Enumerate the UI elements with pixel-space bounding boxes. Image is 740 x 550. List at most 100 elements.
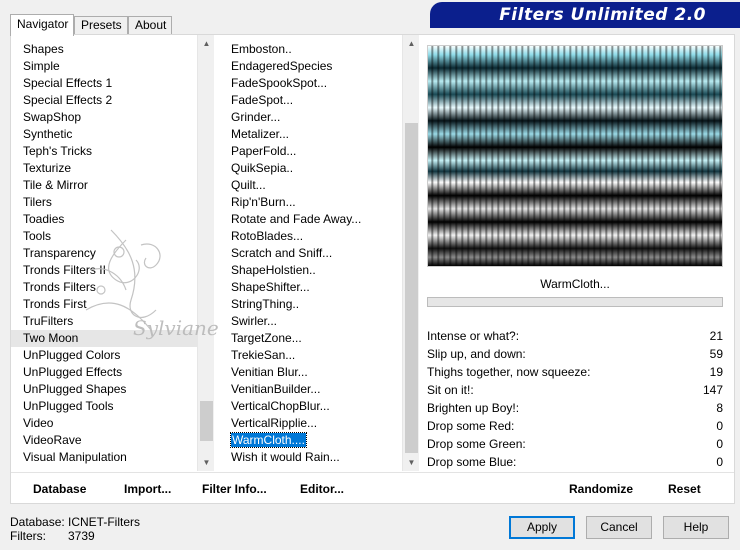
import-button[interactable]: Import... <box>124 481 171 497</box>
parameter-value[interactable]: 19 <box>710 363 723 381</box>
reset-button[interactable]: Reset <box>668 481 701 497</box>
item-label: WarmCloth.... <box>230 432 307 448</box>
parameter-row[interactable]: Slip up, and down: 59 <box>427 345 723 363</box>
item-label: StringThing.. <box>231 297 300 311</box>
item-label: ShapeShifter... <box>231 280 310 294</box>
filter-item[interactable]: Venitian Blur... <box>227 364 419 381</box>
filter-item[interactable]: Wish it would Rain... <box>227 449 419 466</box>
item-label: Tilers <box>23 195 52 209</box>
category-item[interactable]: Teph's Tricks <box>11 143 213 160</box>
item-label: Special Effects 1 <box>23 76 113 90</box>
banner-title: Filters Unlimited 2.0 <box>499 5 706 25</box>
parameter-label: Slip up, and down: <box>427 347 526 361</box>
item-label: SwapShop <box>23 110 82 124</box>
filter-item[interactable]: Scratch and Sniff... <box>227 245 419 262</box>
category-item[interactable]: UnPlugged Shapes <box>11 381 213 398</box>
progress-bar <box>427 297 723 307</box>
item-label: QuikSepia.. <box>231 161 294 175</box>
item-label: UnPlugged Effects <box>23 365 123 379</box>
item-label: Teph's Tricks <box>23 144 92 158</box>
filters-count-value: 3739 <box>68 529 95 543</box>
watermark-text: Sylviane <box>133 316 219 340</box>
item-label: UnPlugged Shapes <box>23 382 127 396</box>
category-item[interactable]: UnPlugged Tools <box>11 398 213 415</box>
filter-list[interactable]: Emboston.. EndageredSpecies FadeSpookSpot.… <box>227 35 419 471</box>
scroll-down-arrow-icon[interactable]: ▼ <box>198 454 215 471</box>
filter-item[interactable]: Rotate and Fade Away... <box>227 211 419 228</box>
scroll-down-arrow-icon[interactable]: ▼ <box>403 454 420 471</box>
filter-info-button[interactable]: Filter Info... <box>202 481 267 497</box>
filter-scrollbar[interactable]: ▲ ▼ <box>402 35 419 471</box>
filter-item[interactable]: WarmCloth.... <box>227 432 419 449</box>
database-button[interactable]: Database <box>33 481 86 497</box>
category-item[interactable]: SwapShop <box>11 109 213 126</box>
parameter-value[interactable]: 0 <box>716 453 723 471</box>
tab-about[interactable]: About <box>128 16 172 35</box>
item-label: VerticalChopBlur... <box>231 399 330 413</box>
filter-item[interactable]: TargetZone... <box>227 330 419 347</box>
filter-item[interactable]: PaperFold... <box>227 143 419 160</box>
category-item[interactable]: UnPlugged Effects <box>11 364 213 381</box>
scrollbar-thumb[interactable] <box>200 401 213 441</box>
parameter-value[interactable]: 59 <box>710 345 723 363</box>
tab-presets[interactable]: Presets <box>74 16 128 35</box>
category-item[interactable]: Synthetic <box>11 126 213 143</box>
parameter-row[interactable]: Brighten up Boy!: 8 <box>427 399 723 417</box>
parameter-value[interactable]: 8 <box>716 399 723 417</box>
parameter-value[interactable]: 0 <box>716 417 723 435</box>
category-item[interactable]: Tilers <box>11 194 213 211</box>
filter-item[interactable]: Quilt... <box>227 177 419 194</box>
category-item[interactable]: Simple <box>11 58 213 75</box>
help-button[interactable]: Help <box>663 516 729 539</box>
filter-item[interactable]: StringThing.. <box>227 296 419 313</box>
divider <box>11 472 734 473</box>
parameter-value[interactable]: 21 <box>710 327 723 345</box>
filter-item[interactable]: VenitianBuilder... <box>227 381 419 398</box>
category-item[interactable]: Tile & Mirror <box>11 177 213 194</box>
filter-item[interactable]: RotoBlades... <box>227 228 419 245</box>
filter-item[interactable]: FadeSpot... <box>227 92 419 109</box>
filter-item[interactable]: QuikSepia.. <box>227 160 419 177</box>
editor-button[interactable]: Editor... <box>300 481 344 497</box>
database-value: ICNET-Filters <box>68 515 140 529</box>
category-item[interactable]: VideoRave <box>11 432 213 449</box>
filter-item[interactable]: VerticalChopBlur... <box>227 398 419 415</box>
scroll-up-arrow-icon[interactable]: ▲ <box>198 35 215 52</box>
category-item[interactable]: Special Effects 2 <box>11 92 213 109</box>
randomize-button[interactable]: Randomize <box>569 481 633 497</box>
cancel-button[interactable]: Cancel <box>586 516 652 539</box>
filter-item[interactable]: FadeSpookSpot... <box>227 75 419 92</box>
parameter-row[interactable]: Intense or what?: 21 <box>427 327 723 345</box>
filter-item[interactable]: Grinder... <box>227 109 419 126</box>
parameter-value[interactable]: 147 <box>703 381 723 399</box>
filter-item[interactable]: Metalizer... <box>227 126 419 143</box>
filter-item[interactable]: VerticalRipplie... <box>227 415 419 432</box>
filter-item[interactable]: TrekieSan... <box>227 347 419 364</box>
filter-item[interactable]: EndageredSpecies <box>227 58 419 75</box>
filter-item[interactable]: ShapeShifter... <box>227 279 419 296</box>
parameter-value[interactable]: 0 <box>716 435 723 453</box>
filter-item[interactable]: ShapeHolstien.. <box>227 262 419 279</box>
category-item[interactable]: Shapes <box>11 41 213 58</box>
scrollbar-thumb[interactable] <box>405 123 418 453</box>
item-label: RotoBlades... <box>231 229 304 243</box>
parameter-row[interactable]: Drop some Green: 0 <box>427 435 723 453</box>
item-label: TruFilters <box>23 314 74 328</box>
scroll-up-arrow-icon[interactable]: ▲ <box>403 35 420 52</box>
parameter-row[interactable]: Drop some Red: 0 <box>427 417 723 435</box>
category-item[interactable]: Special Effects 1 <box>11 75 213 92</box>
tab-navigator[interactable]: Navigator <box>10 14 74 36</box>
filter-item[interactable]: Emboston.. <box>227 41 419 58</box>
item-label: FadeSpot... <box>231 93 294 107</box>
parameter-label: Drop some Blue: <box>427 455 517 469</box>
parameter-row[interactable]: Thighs together, now squeeze: 19 <box>427 363 723 381</box>
category-item[interactable]: Texturize <box>11 160 213 177</box>
category-item[interactable]: Visual Manipulation <box>11 449 213 466</box>
filter-item[interactable]: Rip'n'Burn... <box>227 194 419 211</box>
parameter-row[interactable]: Drop some Blue: 0 <box>427 453 723 471</box>
item-label: Quilt... <box>231 178 266 192</box>
apply-button[interactable]: Apply <box>509 516 575 539</box>
parameter-row[interactable]: Sit on it!: 147 <box>427 381 723 399</box>
filter-item[interactable]: Swirler... <box>227 313 419 330</box>
category-item[interactable]: Video <box>11 415 213 432</box>
